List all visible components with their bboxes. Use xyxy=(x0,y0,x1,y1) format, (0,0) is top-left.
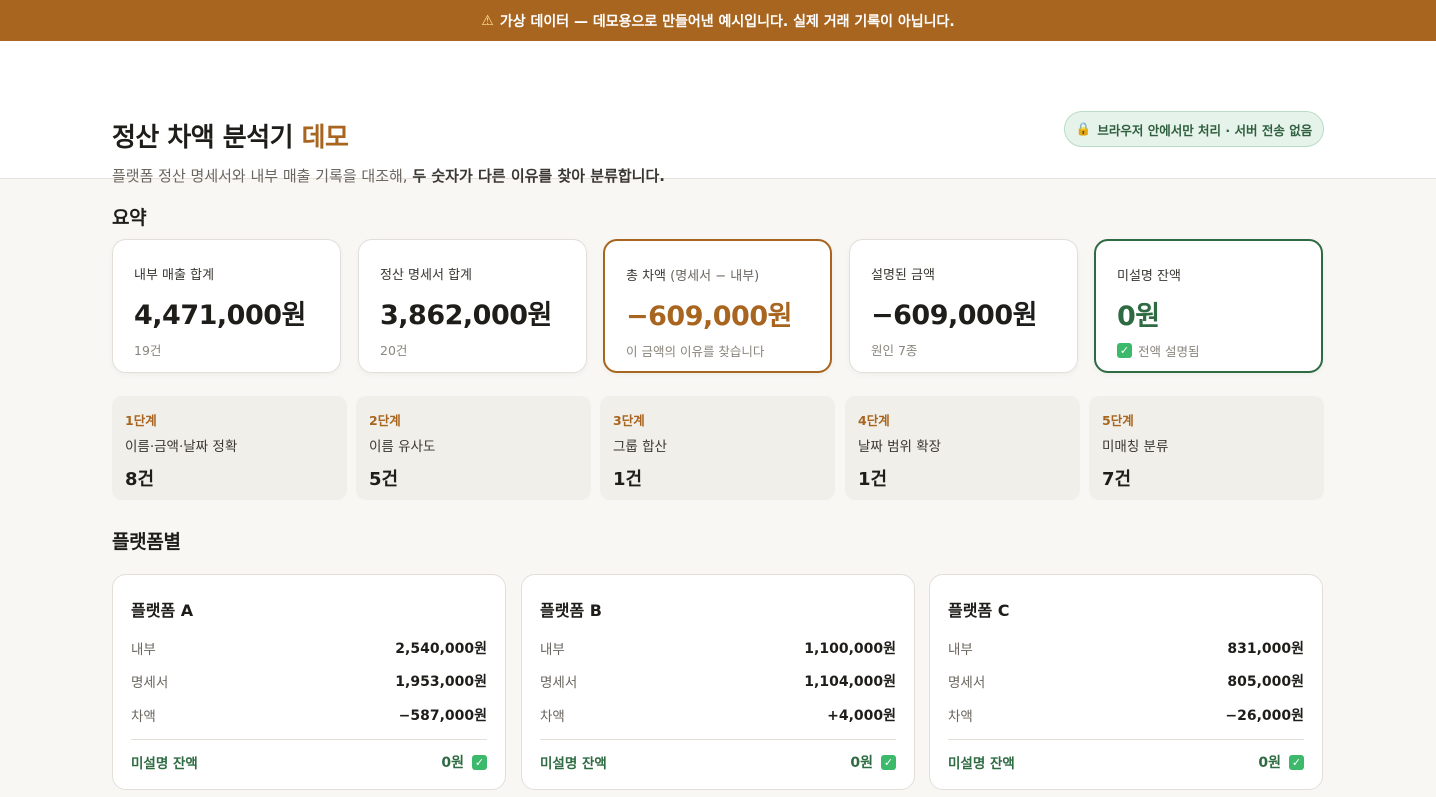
card-value: 0원 xyxy=(1117,301,1160,332)
step-count: 1건 xyxy=(613,469,643,490)
platform-row-unexplained: 미설명 잔액 0원 ✓ xyxy=(948,746,1304,780)
platform-row-diff: 차액 −26,000원 xyxy=(948,707,1304,725)
step-card-3: 3단계 그룹 합산 1건 xyxy=(600,396,835,500)
step-label: 3단계 xyxy=(613,413,645,428)
divider xyxy=(540,738,896,740)
platform-name: 플랫폼 B xyxy=(540,601,602,620)
step-label: 2단계 xyxy=(369,413,401,428)
card-value: −609,000원 xyxy=(626,301,792,332)
platform-row-internal: 내부 1,100,000원 xyxy=(540,640,896,658)
card-label: 내부 매출 합계 xyxy=(134,268,215,283)
lock-icon: 🔒 xyxy=(1075,121,1092,136)
summary-card-explained: 설명된 금액 −609,000원 원인 7종 xyxy=(849,239,1078,373)
platform-card-c: 플랫폼 C 내부 831,000원 명세서 805,000원 차액 −26,000원 … xyxy=(929,574,1323,790)
step-count: 1건 xyxy=(858,469,888,490)
divider xyxy=(131,738,487,740)
subtitle-plain: 플랫폼 정산 명세서와 내부 매출 기록을 대조해, xyxy=(112,167,413,185)
card-label: 설명된 금액 xyxy=(871,268,935,283)
check-icon: ✓ xyxy=(472,754,487,770)
page-title: 정산 차액 분석기 데모 xyxy=(112,117,349,154)
card-label: 정산 명세서 합계 xyxy=(380,268,472,283)
card-label: 총 차액 (명세서 − 내부) xyxy=(626,269,760,284)
card-sub: 20건 xyxy=(380,343,408,358)
card-label: 미설명 잔액 xyxy=(1117,269,1181,284)
platform-row-statement: 명세서 1,104,000원 xyxy=(540,674,896,692)
platform-row-statement: 명세서 805,000원 xyxy=(948,674,1304,692)
step-card-5: 5단계 미매칭 분류 7건 xyxy=(1089,396,1324,500)
card-value: 4,471,000원 xyxy=(134,300,306,331)
platform-card-b: 플랫폼 B 내부 1,100,000원 명세서 1,104,000원 차액 +4,00… xyxy=(521,574,915,790)
title-main: 정산 차액 분석기 xyxy=(112,123,294,153)
platform-row-internal: 내부 831,000원 xyxy=(948,640,1304,658)
warning-icon: ⚠ xyxy=(481,12,494,29)
step-desc: 이름 유사도 xyxy=(369,439,436,455)
step-label: 1단계 xyxy=(125,413,157,428)
platform-name: 플랫폼 C xyxy=(948,601,1010,620)
summary-card-internal: 내부 매출 합계 4,471,000원 19건 xyxy=(112,239,341,373)
privacy-text: 브라우저 안에서만 처리 · 서버 전송 없음 xyxy=(1097,122,1313,138)
subtitle-bold: 두 숫자가 다른 이유를 찾아 분류합니다. xyxy=(412,167,665,185)
platform-row-internal: 내부 2,540,000원 xyxy=(131,640,487,658)
step-desc: 이름·금액·날짜 정확 xyxy=(125,439,238,455)
check-icon: ✓ xyxy=(1289,754,1304,770)
check-icon: ✓ xyxy=(1117,343,1132,358)
platform-row-diff: 차액 −587,000원 xyxy=(131,707,487,725)
step-card-4: 4단계 날짜 범위 확장 1건 xyxy=(845,396,1080,500)
demo-warning-banner: ⚠ 가상 데이터 — 데모용으로 만들어낸 예시입니다. 실제 거래 기록이 아… xyxy=(0,0,1436,41)
step-desc: 그룹 합산 xyxy=(613,439,667,455)
step-desc: 미매칭 분류 xyxy=(1102,439,1169,455)
summary-section-title: 요약 xyxy=(112,207,147,229)
platform-row-unexplained: 미설명 잔액 0원 ✓ xyxy=(131,746,487,780)
step-count: 8건 xyxy=(125,469,155,490)
platform-row-diff: 차액 +4,000원 xyxy=(540,707,896,725)
summary-card-total-diff: 총 차액 (명세서 − 내부) −609,000원 이 금액의 이유를 찾습니다 xyxy=(603,239,832,373)
card-value: 3,862,000원 xyxy=(380,300,552,331)
check-icon: ✓ xyxy=(881,754,896,770)
card-sub: 이 금액의 이유를 찾습니다 xyxy=(626,344,765,359)
divider xyxy=(948,738,1304,740)
banner-text: 가상 데이터 — 데모용으로 만들어낸 예시입니다. 실제 거래 기록이 아닙니… xyxy=(499,13,955,30)
page-header: 정산 차액 분석기 데모 플랫폼 정산 명세서와 내부 매출 기록을 대조해, … xyxy=(0,41,1436,185)
platform-section-title: 플랫폼별 xyxy=(112,531,181,553)
step-card-1: 1단계 이름·금액·날짜 정확 8건 xyxy=(112,396,347,500)
platform-name: 플랫폼 A xyxy=(131,601,194,620)
card-sub: 19건 xyxy=(134,343,162,358)
platform-card-a: 플랫폼 A 내부 2,540,000원 명세서 1,953,000원 차액 −587,… xyxy=(112,574,506,790)
privacy-badge: 🔒 브라우저 안에서만 처리 · 서버 전송 없음 xyxy=(1064,111,1324,147)
step-count: 7건 xyxy=(1102,469,1132,490)
step-desc: 날짜 범위 확장 xyxy=(858,439,942,455)
platform-row-unexplained: 미설명 잔액 0원 ✓ xyxy=(540,746,896,780)
step-label: 4단계 xyxy=(858,413,890,428)
card-value: −609,000원 xyxy=(871,300,1037,331)
card-sub: ✓ 전액 설명됨 xyxy=(1117,341,1321,360)
step-card-2: 2단계 이름 유사도 5건 xyxy=(356,396,591,500)
summary-card-unexplained: 미설명 잔액 0원 ✓ 전액 설명됨 xyxy=(1094,239,1323,373)
page-subtitle: 플랫폼 정산 명세서와 내부 매출 기록을 대조해, 두 숫자가 다른 이유를 … xyxy=(112,165,665,186)
step-count: 5건 xyxy=(369,469,399,490)
step-label: 5단계 xyxy=(1102,413,1134,428)
card-sub: 원인 7종 xyxy=(871,343,918,358)
title-accent: 데모 xyxy=(301,123,349,153)
summary-card-statement: 정산 명세서 합계 3,862,000원 20건 xyxy=(358,239,587,373)
platform-row-statement: 명세서 1,953,000원 xyxy=(131,674,487,692)
